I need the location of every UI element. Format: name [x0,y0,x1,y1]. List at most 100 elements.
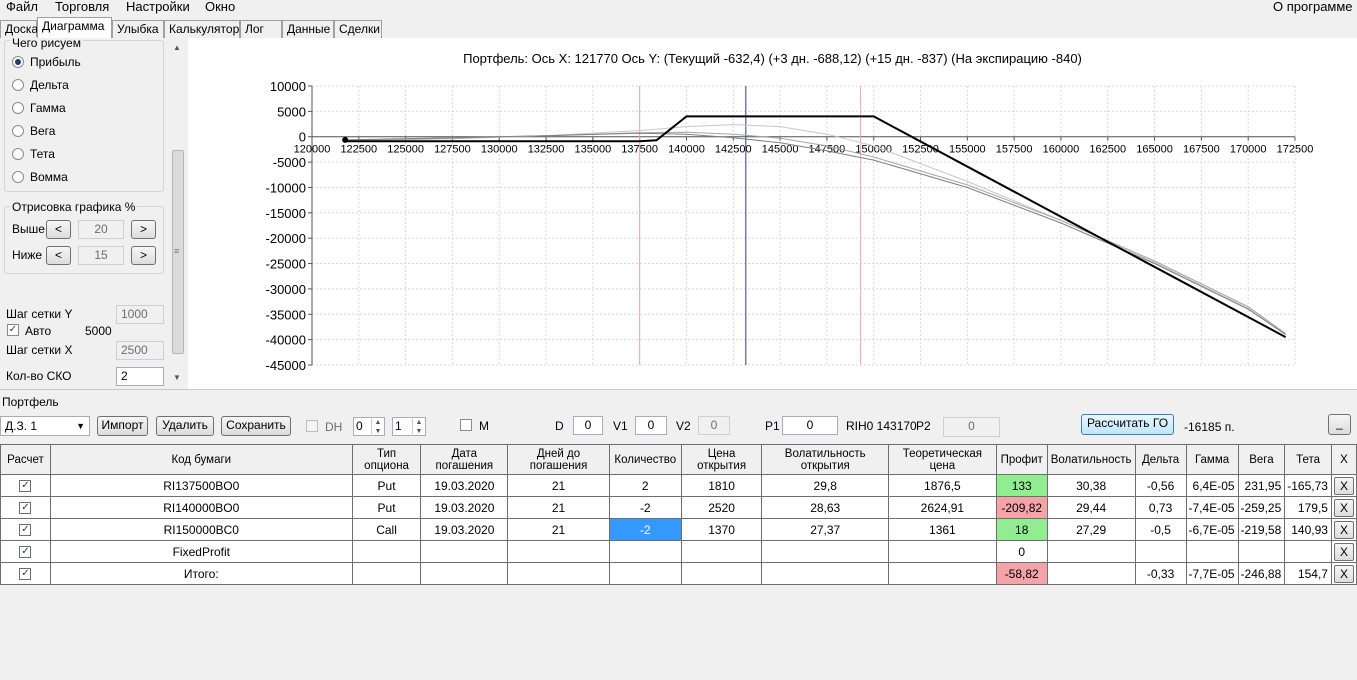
delta-cell[interactable]: -0,5 [1134,518,1187,541]
qty-cell[interactable]: 2 [608,474,682,497]
save-button[interactable]: Сохранить [221,416,291,436]
remove-row-button[interactable]: X [1333,564,1354,583]
qty-cell[interactable]: -2 [608,518,682,541]
remove-row-button[interactable]: X [1333,542,1354,561]
spin1-down-icon[interactable]: ▼ [371,427,384,436]
days-cell[interactable] [507,562,610,585]
qty-cell[interactable] [608,540,682,563]
delta-cell[interactable]: -0,56 [1134,474,1187,497]
calc-cell[interactable]: ✓ [0,540,51,563]
vol-cell[interactable]: 27,29 [1046,518,1136,541]
col-header-gamma[interactable]: Гамма [1185,444,1239,475]
delete-button[interactable]: Удалить [156,416,214,436]
col-header-qty[interactable]: Количество [608,444,682,475]
col-header-calc[interactable]: Расчет [0,444,51,475]
open-vol-cell[interactable] [761,540,889,563]
col-header-theor[interactable]: Теоретическая цена [888,444,997,475]
calc-checkbox[interactable]: ✓ [19,502,32,515]
open-price-cell[interactable]: 1370 [680,518,763,541]
profit-cell[interactable]: 133 [995,474,1048,497]
profit-cell[interactable]: 18 [995,518,1048,541]
theta-cell[interactable]: 179,5 [1284,496,1332,519]
profit-cell[interactable]: -209,82 [995,496,1048,519]
spin2-down-icon[interactable]: ▼ [412,427,425,436]
remove-row-button[interactable]: X [1333,498,1354,517]
tab-diagram[interactable]: Диаграмма [37,17,112,38]
open-price-cell[interactable] [680,540,763,563]
col-header-vega[interactable]: Вега [1237,444,1286,475]
qty-cell[interactable]: -2 [608,496,682,519]
col-header-days[interactable]: Дней до погашения [507,444,610,475]
code-cell[interactable]: Итого: [49,562,353,585]
days-cell[interactable] [507,540,610,563]
spin1-stepper[interactable]: 0 ▲ ▼ [353,417,385,436]
v1-field[interactable]: 0 [635,416,667,435]
vega-cell[interactable]: -219,58 [1237,518,1286,541]
spin1-up-icon[interactable]: ▲ [371,418,384,427]
type-cell[interactable]: Put [351,496,422,519]
open-price-cell[interactable]: 2520 [680,496,763,519]
open-price-cell[interactable] [680,562,763,585]
remove-row-button[interactable]: X [1333,520,1354,539]
type-cell[interactable]: Put [351,474,422,497]
vega-cell[interactable] [1237,540,1286,563]
m-checkbox[interactable] [460,419,472,431]
col-header-profit[interactable]: Профит [995,444,1048,475]
type-cell[interactable] [351,540,422,563]
calc-cell[interactable]: ✓ [0,474,51,497]
spin2-up-icon[interactable]: ▲ [412,418,425,427]
theta-cell[interactable]: 140,93 [1284,518,1332,541]
open-vol-cell[interactable]: 28,63 [761,496,889,519]
calc-checkbox[interactable]: ✓ [19,546,32,559]
chevron-down-icon[interactable]: ▼ [76,417,85,435]
delta-cell[interactable] [1134,540,1187,563]
theor-cell[interactable]: 1876,5 [888,474,997,497]
theor-cell[interactable] [888,540,997,563]
days-cell[interactable]: 21 [507,474,610,497]
import-button[interactable]: Импорт [97,416,148,436]
delta-cell[interactable]: 0,73 [1134,496,1187,519]
table-row[interactable]: ✓ FixedProfit 0 X [0,540,1357,563]
col-header-date[interactable]: Дата погашения [420,444,509,475]
vol-cell[interactable] [1046,562,1136,585]
theor-cell[interactable]: 1361 [888,518,997,541]
col-header-vol[interactable]: Волатильность [1046,444,1136,475]
theta-cell[interactable]: 154,7 [1284,562,1332,585]
vol-cell[interactable]: 30,38 [1046,474,1136,497]
col-header-code[interactable]: Код бумаги [49,444,353,475]
vega-cell[interactable]: -259,25 [1237,496,1286,519]
calc-checkbox[interactable]: ✓ [19,568,32,581]
date-cell[interactable] [420,540,509,563]
theor-cell[interactable] [888,562,997,585]
col-header-open-price[interactable]: Цена открытия [680,444,763,475]
date-cell[interactable]: 19.03.2020 [420,518,509,541]
delta-cell[interactable]: -0,33 [1134,562,1187,585]
date-cell[interactable] [420,562,509,585]
table-row[interactable]: ✓ RI137500BO0 Put 19.03.2020 21 2 1810 29,8 1876… [0,474,1357,497]
vega-cell[interactable]: -246,88 [1237,562,1286,585]
type-cell[interactable] [351,562,422,585]
code-cell[interactable]: RI140000BO0 [49,496,353,519]
profit-cell[interactable]: -58,82 [995,562,1048,585]
col-header-type[interactable]: Тип опциона [351,444,422,475]
theor-cell[interactable]: 2624,91 [888,496,997,519]
calc-go-button[interactable]: Рассчитать ГО [1081,414,1174,435]
vol-cell[interactable]: 29,44 [1046,496,1136,519]
spin2-stepper[interactable]: 1 ▲ ▼ [392,417,426,436]
vol-cell[interactable] [1046,540,1136,563]
gamma-cell[interactable]: 6,4E-05 [1185,474,1239,497]
theta-cell[interactable] [1284,540,1332,563]
calc-cell[interactable]: ✓ [0,496,51,519]
days-cell[interactable]: 21 [507,518,610,541]
col-header-delta[interactable]: Дельта [1134,444,1187,475]
type-cell[interactable]: Call [351,518,422,541]
d-field[interactable]: 0 [573,416,603,435]
calc-checkbox[interactable]: ✓ [19,524,32,537]
date-cell[interactable]: 19.03.2020 [420,496,509,519]
col-header-theta[interactable]: Тета [1284,444,1332,475]
col-header-open-vol[interactable]: Волатильность открытия [761,444,889,475]
open-price-cell[interactable]: 1810 [680,474,763,497]
qty-cell[interactable] [608,562,682,585]
col-header-x[interactable]: X [1330,444,1357,475]
dh-checkbox[interactable] [306,420,318,432]
